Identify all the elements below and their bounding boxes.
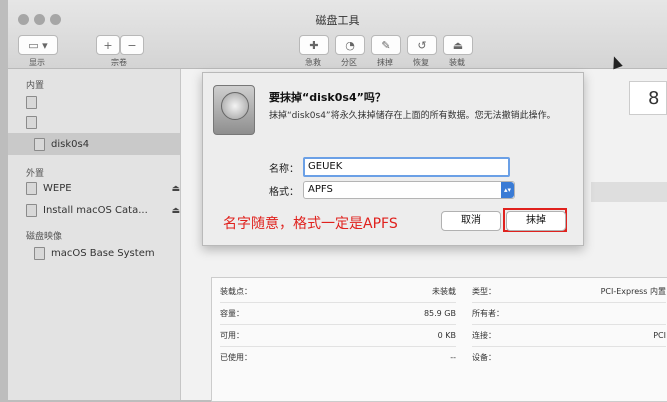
up-down-arrows-icon: ▴▾	[501, 182, 514, 198]
erase-toolbar-button[interactable]: ✎	[371, 35, 401, 55]
sidebar-item-label: WEPE	[43, 183, 72, 194]
sidebar-item-install-macos[interactable]: Install macOS Cata... ⏏	[26, 204, 180, 217]
plus-icon: +	[103, 38, 113, 52]
sidebar-section-disk-images: 磁盘映像	[26, 232, 63, 242]
info-panel: 装载点： 未装载 容量： 85.9 GB 可用： 0 KB 已使用： -- 类型： PCI…	[211, 277, 667, 402]
sidebar-item-disk0s4[interactable]: disk0s4	[34, 138, 89, 151]
volume-label: 宗卷	[111, 58, 127, 67]
capacity-readout: 8	[629, 81, 667, 115]
erase-toolbar-label: 抹掉	[377, 58, 393, 67]
sidebar-item-internal-disk[interactable]	[26, 96, 43, 109]
window-title: 磁盘工具	[315, 14, 360, 27]
stethoscope-icon: ✚	[309, 38, 319, 52]
eject-icon[interactable]: ⏏	[171, 184, 180, 194]
partition-button[interactable]: ◔	[335, 35, 365, 55]
mount-icon: ⏏	[452, 38, 464, 52]
first-aid-button[interactable]: ✚	[299, 35, 329, 55]
disk-image-icon	[34, 247, 45, 260]
sidebar-item-wepe[interactable]: WEPE ⏏	[26, 182, 180, 195]
partition-label: 分区	[341, 58, 357, 67]
sidebar-item-internal-volume[interactable]	[26, 116, 43, 129]
format-selected-value: APFS	[308, 184, 333, 195]
remove-volume-button[interactable]: −	[120, 35, 144, 55]
erase-confirm-button[interactable]: 抹掉	[506, 211, 566, 231]
instruction-annotation: 名字随意，格式一定是APFS	[223, 216, 398, 232]
info-row: 可用： 0 KB	[220, 324, 456, 347]
title-bar: 磁盘工具 ▭ ▾ 显示 + − 宗卷 ✚ 急救 ◔ 分区 ✎ 抹掉 ↺ 恢复 ⏏…	[8, 0, 667, 69]
external-disk-icon	[26, 204, 37, 217]
sidebar-item-label: Install macOS Cata...	[43, 205, 148, 216]
restore-icon: ↺	[417, 38, 427, 52]
hard-disk-icon	[26, 116, 37, 129]
pie-chart-icon: ◔	[345, 38, 355, 52]
format-label: 格式：	[269, 187, 299, 198]
restore-label: 恢复	[413, 58, 429, 67]
dialog-title: 要抹掉“disk0s4”吗？	[269, 91, 386, 104]
sidebar: 内置 disk0s4 外置 WEPE ⏏ Install macOS Cata..…	[8, 69, 181, 400]
view-label: 显示	[29, 58, 45, 67]
info-row: 所有者：	[472, 302, 666, 325]
add-volume-button[interactable]: +	[96, 35, 120, 55]
name-input[interactable]: GEUEK	[303, 157, 510, 177]
view-button[interactable]: ▭ ▾	[18, 35, 58, 55]
info-row: 装载点： 未装载	[220, 280, 456, 303]
erase-dialog: 要抹掉“disk0s4”吗？ 抹掉“disk0s4”将永久抹掉储存在上面的所有数…	[202, 72, 584, 246]
hard-disk-icon	[213, 85, 255, 135]
hard-disk-icon	[34, 138, 45, 151]
info-row: 连接： PCI	[472, 324, 666, 347]
usage-bar	[591, 182, 667, 202]
external-disk-icon	[26, 182, 37, 195]
mount-button[interactable]: ⏏	[443, 35, 473, 55]
sidebar-section-internal: 内置	[26, 81, 45, 91]
info-row: 设备：	[472, 352, 496, 362]
restore-button[interactable]: ↺	[407, 35, 437, 55]
eject-icon[interactable]: ⏏	[171, 206, 180, 216]
sidebar-item-label: disk0s4	[51, 139, 90, 150]
name-label: 名称：	[269, 164, 299, 175]
sidebar-toggle-icon: ▭ ▾	[28, 38, 48, 52]
sidebar-section-external: 外置	[26, 169, 45, 179]
dialog-message: 抹掉“disk0s4”将永久抹掉储存在上面的所有数据。您无法撤销此操作。	[269, 111, 556, 121]
sidebar-item-label: macOS Base System	[51, 248, 155, 259]
minus-icon: −	[127, 38, 137, 52]
sidebar-item-macos-base-system[interactable]: macOS Base System	[34, 247, 155, 260]
first-aid-label: 急救	[305, 58, 321, 67]
info-row: 容量： 85.9 GB	[220, 302, 456, 325]
info-row: 已使用： --	[220, 352, 456, 362]
mount-label: 装载	[449, 58, 465, 67]
erase-icon: ✎	[381, 38, 391, 52]
hard-disk-icon	[26, 96, 37, 109]
info-row: 类型： PCI-Express 内置	[472, 280, 666, 303]
format-select[interactable]: APFS ▴▾	[303, 181, 515, 199]
cancel-button[interactable]: 取消	[441, 211, 501, 231]
